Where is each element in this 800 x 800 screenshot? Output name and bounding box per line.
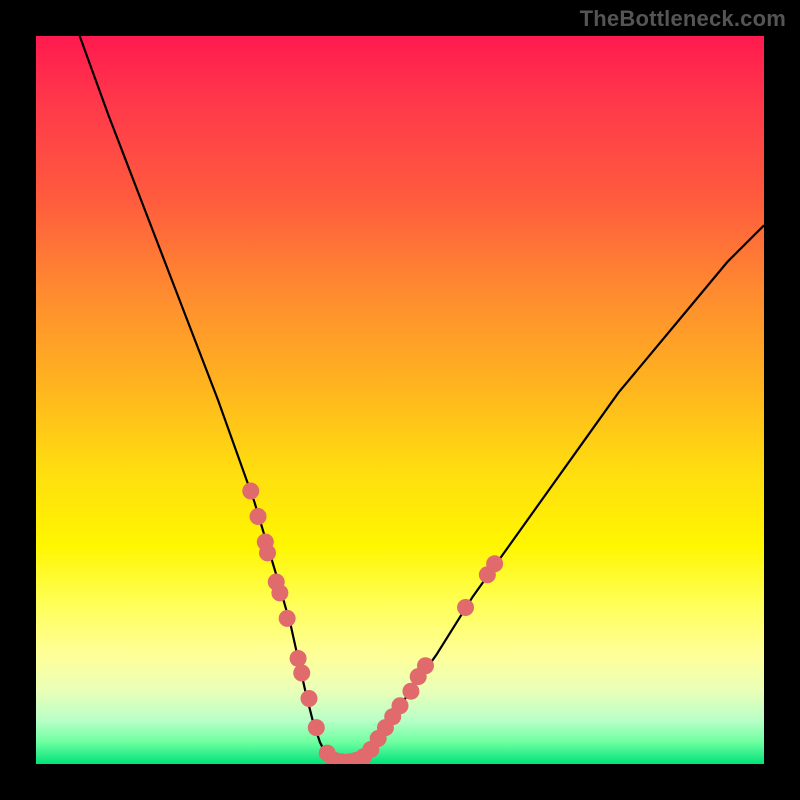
- data-marker: [250, 508, 267, 525]
- data-marker: [308, 719, 325, 736]
- plot-area: [36, 36, 764, 764]
- bottleneck-chart: [36, 36, 764, 764]
- data-marker: [301, 690, 318, 707]
- data-marker: [290, 650, 307, 667]
- data-marker: [417, 657, 434, 674]
- data-marker: [402, 683, 419, 700]
- data-marker: [271, 584, 288, 601]
- data-marker: [293, 665, 310, 682]
- data-marker: [486, 555, 503, 572]
- data-marker: [457, 599, 474, 616]
- chart-frame: TheBottleneck.com: [0, 0, 800, 800]
- data-marker: [392, 697, 409, 714]
- watermark-text: TheBottleneck.com: [580, 6, 786, 32]
- data-marker: [242, 483, 259, 500]
- data-marker: [259, 544, 276, 561]
- data-marker: [279, 610, 296, 627]
- bottleneck-curve: [80, 36, 764, 764]
